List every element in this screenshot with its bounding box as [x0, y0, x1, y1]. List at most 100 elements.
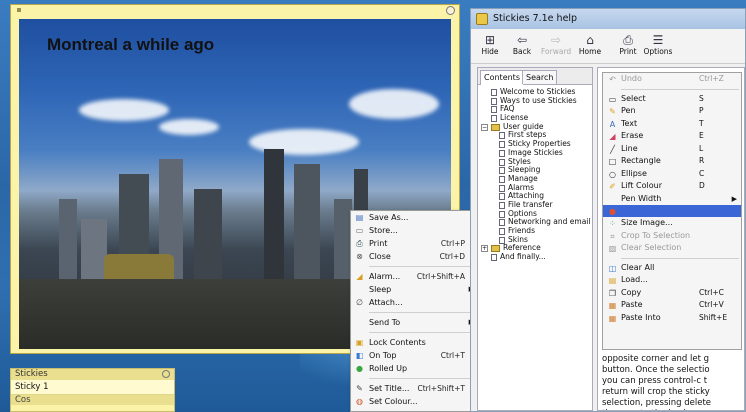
toolbar-back-button[interactable]: ⇦ Back	[507, 33, 537, 56]
tree-item[interactable]: Ways to use Stickies	[481, 96, 590, 106]
menu-item-shortcut: D	[699, 181, 705, 190]
context-menu-item[interactable]: ▤ Save As...	[351, 211, 479, 224]
page-icon	[499, 141, 505, 149]
tree-item[interactable]: Friends	[481, 226, 590, 236]
menu-item-label: Load...	[621, 275, 648, 284]
edit-menu-item[interactable]: □ Rectangle R	[603, 155, 741, 168]
menu-item-label: Set Colour...	[369, 397, 418, 406]
menu-item-label: Clear Selection	[621, 243, 682, 252]
context-menu-item[interactable]: ◢ Alarm... Ctrl+Shift+A	[351, 270, 479, 283]
edit-menu-item[interactable]: ▦ Paste Ctrl+V	[603, 299, 741, 312]
context-menu-item[interactable]: Sleep▶	[351, 283, 479, 296]
panel-close-icon[interactable]	[162, 370, 170, 378]
sticky-close-icon[interactable]	[446, 6, 455, 15]
tree-item[interactable]: Manage	[481, 174, 590, 184]
edit-menu-item[interactable]: ▭ Select S	[603, 93, 741, 106]
stickies-panel-header[interactable]: Stickies	[11, 369, 174, 380]
context-menu-item[interactable]: ⎙ Print Ctrl+P	[351, 237, 479, 250]
help-window[interactable]: Stickies 7.1e help ⊞ Hide ⇦ Back ⇨ Forward ⌂ Ho…	[470, 8, 746, 412]
context-menu-item[interactable]: ∅ Attach...	[351, 296, 479, 309]
back-icon: ⇦	[516, 33, 528, 47]
sticky-caption: Montreal a while ago	[47, 35, 215, 54]
expand-toggle-icon[interactable]: +	[481, 245, 488, 253]
edit-menu-item[interactable]: ╱ Line L	[603, 143, 741, 156]
tab-contents[interactable]: Contents	[480, 70, 524, 85]
context-menu-item[interactable]: ▣ Lock Contents	[351, 336, 479, 349]
edit-menu-item[interactable]: ▦ Paste Into Shift+E	[603, 312, 741, 325]
store-icon: ▭	[355, 226, 364, 235]
menu-item-shortcut: R	[699, 156, 705, 165]
page-icon	[491, 106, 497, 114]
menu-separator	[621, 88, 739, 90]
alarm-icon: ◢	[356, 272, 363, 281]
context-menu-item[interactable]: ◍ Set Colour...	[351, 395, 479, 408]
edit-menu-item[interactable]: ⁘ Size Image...	[603, 217, 741, 230]
cloud-shape	[79, 99, 169, 121]
menu-item-shortcut: Ctrl+T	[440, 351, 465, 360]
context-menu-item[interactable]: ◧ On Top Ctrl+T	[351, 349, 479, 362]
menu-item-label: Size Image...	[621, 218, 673, 227]
help-body-text: opposite corner and let g button. Once th…	[602, 354, 744, 410]
menu-item-shortcut: P	[699, 106, 704, 115]
tab-search[interactable]: Search	[522, 70, 558, 84]
context-menu-item[interactable]: ⊗ Close Ctrl+D	[351, 250, 479, 263]
tree-item[interactable]: FAQ	[481, 105, 590, 114]
toolbar-options-button[interactable]: ☰ Options	[643, 33, 673, 56]
menu-item-label: Save As...	[369, 213, 409, 222]
toolbar-print-button[interactable]: ⎙ Print	[613, 33, 643, 56]
menu-item-label: Store...	[369, 226, 398, 235]
menu-item-shortcut: Ctrl+D	[439, 252, 465, 261]
tree-item-label: And finally...	[500, 252, 546, 262]
paste-icon: ▦	[608, 301, 617, 310]
line-icon: ╱	[610, 144, 615, 154]
edit-menu-item[interactable]: ◫ Clear All	[603, 262, 741, 275]
edit-menu-item[interactable]: ❐ Copy Ctrl+C	[603, 287, 741, 300]
page-icon	[499, 228, 505, 235]
edit-menu-item: ↶ Undo Ctrl+Z	[603, 73, 741, 86]
toolbar-button-label: Forward	[541, 47, 572, 56]
expand-toggle-icon[interactable]: −	[481, 123, 488, 131]
page-icon	[499, 210, 505, 218]
help-titlebar[interactable]: Stickies 7.1e help	[471, 9, 745, 29]
colour-palette-item[interactable]: ●	[603, 205, 741, 217]
clear-selection-icon: ▨	[608, 244, 617, 253]
toolbar-button-label: Hide	[481, 47, 499, 56]
tree-item[interactable]: Networking and email	[481, 218, 590, 227]
menu-item-label: Sleep	[369, 285, 392, 294]
options-icon: ☰	[652, 33, 664, 47]
edit-menu-item[interactable]: Pen Width ▶	[603, 193, 741, 206]
context-menu-item[interactable]: ● Rolled Up	[351, 362, 479, 375]
menu-item-label: Set Title...	[369, 384, 410, 393]
sticky-titlebar[interactable]	[11, 5, 459, 17]
list-item[interactable]: Sticky 1	[11, 380, 174, 395]
pen-icon: ✎	[609, 107, 616, 116]
menu-separator	[369, 378, 477, 379]
edit-menu-item[interactable]: A Text T	[603, 118, 741, 131]
hide-icon: ⊞	[484, 33, 496, 47]
edit-menu-item[interactable]: ○ Ellipse C	[603, 168, 741, 181]
edit-menu-item[interactable]: ✐ Lift Colour D	[603, 180, 741, 193]
panel-section-header[interactable]: Cos	[11, 395, 174, 405]
context-menu-item[interactable]: ▭ Store...	[351, 224, 479, 237]
tree-item[interactable]: Image Stickies	[481, 148, 590, 158]
menu-item-label: Close	[369, 252, 391, 261]
panel-section-label: Cos	[15, 395, 31, 405]
edit-menu-item[interactable]: ✎ Pen P	[603, 105, 741, 118]
edit-menu-item[interactable]: ◢ Erase E	[603, 130, 741, 143]
stickies-list-panel[interactable]: Stickies Sticky 1 Cos	[10, 368, 175, 412]
cloud-shape	[159, 119, 219, 135]
menu-item-label: Clear All	[621, 262, 655, 272]
menu-item-label: Lock Contents	[369, 338, 426, 347]
context-menu-item[interactable]: Send To▶	[351, 316, 479, 329]
toolbar-home-button[interactable]: ⌂ Home	[575, 33, 605, 56]
help-text-line: selection, pressing delete	[602, 398, 712, 408]
help-text-line: the area to the backgrou	[602, 409, 744, 410]
menu-item-label: Select	[621, 93, 646, 103]
menu-item-shortcut: Shift+E	[699, 312, 728, 322]
edit-menu-item[interactable]: ▤ Load...	[603, 274, 741, 287]
toolbar-hide-button[interactable]: ⊞ Hide	[475, 33, 505, 56]
context-menu-item[interactable]: ✎ Set Title... Ctrl+Shift+T	[351, 382, 479, 395]
help-window-title: Stickies 7.1e help	[493, 13, 578, 24]
sticky-grip-icon[interactable]	[17, 8, 21, 12]
tree-item[interactable]: And finally...	[481, 252, 590, 262]
